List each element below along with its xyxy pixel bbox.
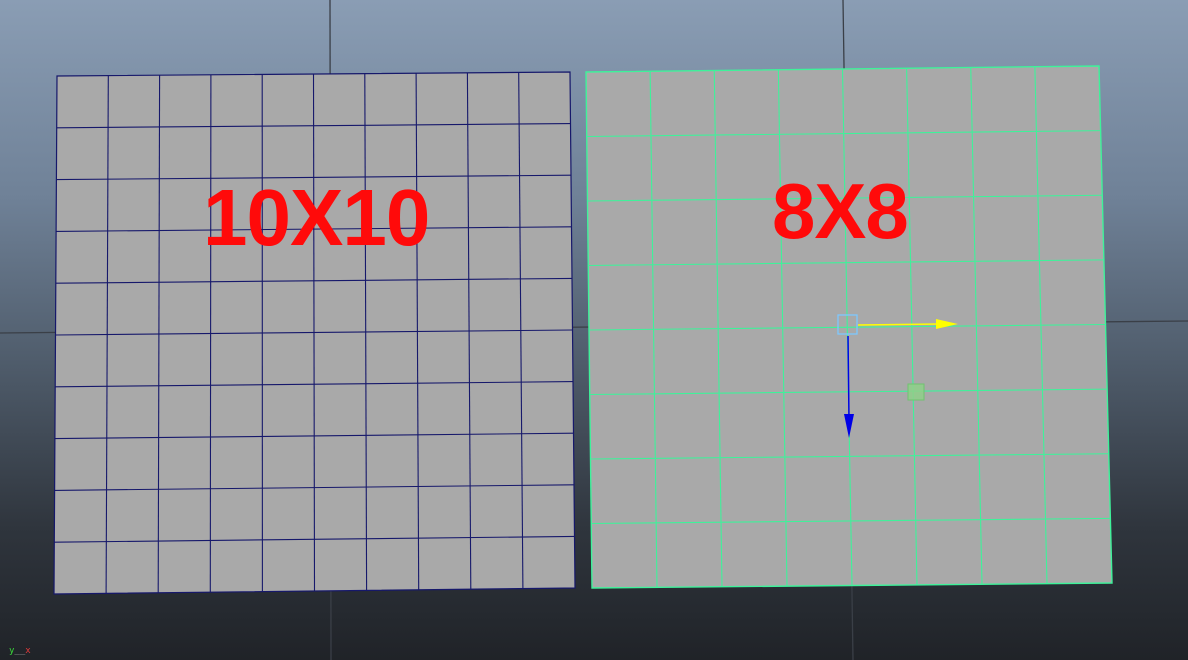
scene-canvas[interactable] — [0, 0, 1188, 660]
plane-10x10[interactable] — [53, 71, 576, 595]
view-axis-indicator: y__x — [9, 646, 31, 656]
viewport-3d[interactable]: 10X10 8X8 y__x — [0, 0, 1188, 660]
plane-label-10x10: 10X10 — [203, 173, 430, 262]
axis-x-label: x — [25, 646, 31, 656]
manipulator-plane-handle[interactable] — [907, 383, 925, 401]
plane-label-8x8: 8X8 — [772, 167, 909, 255]
manipulator-z-axis[interactable] — [847, 335, 850, 421]
manipulator-x-axis[interactable] — [857, 323, 941, 326]
plane-8x8[interactable] — [585, 65, 1113, 589]
